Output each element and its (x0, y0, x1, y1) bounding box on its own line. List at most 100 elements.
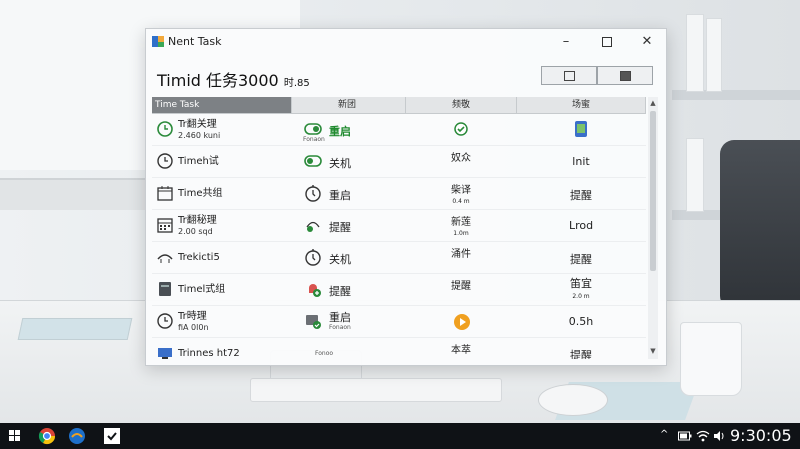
task-name: Tr翻关理 (178, 119, 217, 130)
action-label: 提醒 (329, 285, 351, 298)
action-label: 关机 (329, 157, 351, 170)
column-header-name[interactable]: Time Task (152, 97, 292, 113)
status-text: 奴众 (451, 153, 471, 164)
action-label: 重启 (329, 125, 351, 138)
green-check-icon (454, 122, 468, 136)
schedule-text: Lrod (568, 219, 594, 232)
binder (706, 18, 722, 92)
status-detail: 0.4 m (452, 198, 470, 205)
app-logo-icon (152, 36, 164, 47)
mouse (538, 384, 608, 416)
browser-icon[interactable] (68, 427, 86, 445)
task-window: Nent Task – ✕ Timid 任务3000 时.85 Time Tas… (145, 28, 667, 366)
calendar-grid-icon (157, 218, 173, 233)
scroll-thumb[interactable] (650, 111, 656, 271)
power-toggle-icon (304, 155, 322, 167)
binder (686, 138, 704, 212)
bell-plus-icon (309, 284, 321, 297)
table-row[interactable]: Timel式组 提醒 提醒 笛宜 2.0 m (152, 274, 646, 306)
schedule-text: 提醒 (570, 189, 592, 202)
status-detail: 1.0m (453, 230, 469, 237)
save-button[interactable] (597, 66, 653, 85)
stopwatch-icon (305, 185, 321, 202)
table-row[interactable]: Timeh试 关机 奴众 lnit (152, 146, 646, 178)
table-row[interactable]: Tr時理 fiA 0l0n 重启 Fonaon 0.5h (152, 306, 646, 338)
task-table: Time Task 新团 频敬 场蜜 Tr翻关理 2.460 kuni 重启 Fo… (152, 97, 658, 359)
volume-icon[interactable] (713, 430, 725, 442)
title-bar[interactable]: Nent Task – ✕ (146, 29, 666, 55)
column-header-schedule[interactable]: 场蜜 (517, 97, 646, 113)
chrome-icon[interactable] (38, 427, 56, 445)
office-chair (720, 140, 800, 310)
desktop-background: Nent Task – ✕ Timid 任务3000 时.85 Time Tas… (0, 0, 800, 423)
status-text: 本萃 (451, 345, 471, 356)
task-detail: 2.460 kuni (178, 131, 221, 140)
scroll-up-arrow-icon[interactable]: ▲ (648, 99, 658, 107)
window-title: Nent Task (168, 35, 222, 48)
schedule-detail: 2.0 m (572, 293, 590, 300)
task-name: Trinnes ht72 (178, 348, 240, 359)
action-label: 重启 (329, 311, 351, 324)
schedule-text: 提醒 (570, 349, 592, 359)
server-icon (159, 282, 171, 296)
coffee-mug (680, 322, 742, 396)
schedule-text: 笛宜 (570, 277, 592, 290)
phone-app-icon (575, 121, 587, 137)
task-name: Tr翻秘理 (178, 215, 217, 226)
vertical-scrollbar[interactable]: ▲ ▼ (648, 97, 658, 359)
battery-icon[interactable] (678, 431, 692, 441)
device-check-icon (306, 315, 321, 329)
status-text: 柴译 (451, 185, 471, 196)
task-detail: 2.00 sqd (178, 227, 213, 236)
table-row[interactable]: Time共组 重启 柴译 0.4 m 提醒 (152, 178, 646, 210)
action-label: 提醒 (329, 221, 351, 234)
maximize-icon (602, 36, 612, 47)
wifi-icon[interactable] (696, 429, 710, 443)
taskbar-clock[interactable]: 9:30:05 (730, 426, 792, 445)
start-button[interactable] (0, 423, 30, 449)
status-text: 涌件 (451, 249, 471, 260)
task-name: Timeh试 (178, 156, 219, 167)
task-name: Trekicti5 (178, 252, 220, 263)
task-app-icon[interactable] (103, 427, 121, 445)
tablet (17, 318, 133, 340)
table-row[interactable]: Tr翻秘理 2.00 sqd 提醒 新莲 1.0m Lrod (152, 210, 646, 242)
task-name: Timel式组 (178, 284, 226, 295)
keyboard (250, 378, 502, 402)
side-shelf (0, 178, 150, 210)
taskbar: ^ 9:30:05 (0, 423, 800, 449)
page-title: Timid 任务3000 时.85 (157, 71, 310, 90)
action-detail: Fonaon (329, 324, 351, 331)
schedule-text: 提醒 (570, 253, 592, 266)
stopwatch-icon (305, 249, 321, 266)
calendar-icon (157, 186, 173, 201)
scroll-down-arrow-icon[interactable]: ▼ (648, 347, 658, 355)
table-row[interactable]: Trekicti5 关机 涌件 提醒 (152, 242, 646, 274)
tray-chevron-icon[interactable]: ^ (660, 429, 668, 440)
tv-icon (158, 348, 172, 359)
layout-icon (564, 71, 575, 81)
task-name: Tr時理 (178, 311, 207, 322)
table-row[interactable]: Trinnes ht72 Fonoo 本萃 提醒 (152, 338, 646, 359)
minimize-button[interactable]: – (555, 33, 577, 51)
clock-icon (157, 313, 173, 329)
close-button[interactable]: ✕ (636, 33, 658, 51)
trend-icon (157, 254, 173, 263)
maximize-button[interactable] (596, 33, 618, 51)
layout-button[interactable] (541, 66, 597, 85)
column-header-action[interactable]: 新团 (289, 97, 406, 113)
binder (686, 14, 704, 92)
status-text: 提醒 (451, 281, 471, 292)
action-detail: Fonaon (303, 136, 325, 143)
action-detail: Fonoo (315, 350, 334, 357)
column-header-status[interactable]: 频敬 (406, 97, 517, 113)
clock-icon (157, 121, 173, 137)
table-header: Time Task 新团 频敬 场蜜 (152, 97, 646, 114)
arrow-bell-icon (306, 221, 320, 232)
action-label: 关机 (329, 253, 351, 266)
schedule-text: 0.5h (568, 315, 594, 328)
schedule-text: lnit (572, 155, 590, 168)
task-name: Time共组 (178, 188, 223, 199)
action-label: 重启 (329, 189, 351, 202)
table-row[interactable]: Tr翻关理 2.460 kuni 重启 Fonaon (152, 114, 646, 146)
